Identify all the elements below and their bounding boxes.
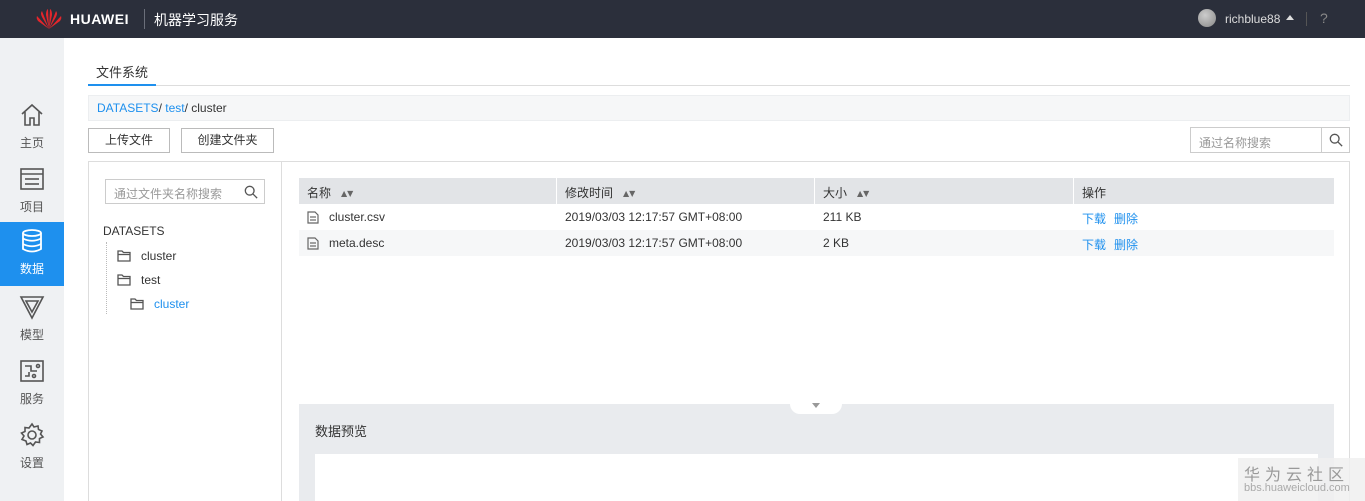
folder-search-input[interactable]: 通过文件夹名称搜索: [105, 179, 265, 204]
download-link[interactable]: 下载: [1082, 238, 1106, 252]
nav-item-model[interactable]: 模型: [0, 288, 64, 352]
ops-cell: 下载 删除: [1074, 230, 1154, 256]
sort-icon[interactable]: ▲▼: [623, 189, 635, 198]
file-search-input[interactable]: 通过名称搜索: [1190, 127, 1350, 153]
ops-cell: 下载 删除: [1074, 204, 1154, 230]
folder-icon: [130, 298, 144, 310]
modified-cell: 2019/03/03 12:17:57 GMT+08:00: [565, 210, 743, 224]
sort-icon[interactable]: ▲▼: [857, 189, 869, 198]
table-header: 名称 ▲▼ 修改时间 ▲▼ 大小 ▲▼ 操作: [299, 178, 1334, 204]
preview-content: [315, 454, 1318, 501]
folder-icon: [117, 274, 131, 286]
nav-item-project[interactable]: 项目: [0, 160, 64, 224]
nav-item-settings[interactable]: 设置: [0, 416, 64, 480]
size-cell: 2 KB: [823, 236, 850, 250]
collapse-preview-button[interactable]: [790, 402, 842, 414]
user-menu-button[interactable]: richblue88: [1225, 12, 1280, 26]
tab-file-system[interactable]: 文件系统: [88, 60, 157, 86]
app-title: 机器学习服务: [154, 13, 238, 29]
delete-link[interactable]: 删除: [1114, 238, 1138, 252]
search-icon: [1329, 133, 1343, 147]
column-header-modified[interactable]: 修改时间 ▲▼: [557, 178, 815, 204]
search-icon[interactable]: [244, 185, 258, 199]
top-bar: HUAWEI 机器学习服务 richblue88 ?: [0, 0, 1365, 38]
data-preview-panel: 数据预览: [299, 402, 1334, 501]
nav-item-data[interactable]: 数据: [0, 222, 64, 286]
file-name-cell[interactable]: meta.desc: [299, 230, 557, 256]
database-icon: [22, 229, 42, 253]
breadcrumb-link-test[interactable]: test: [165, 101, 184, 115]
column-header-name[interactable]: 名称 ▲▼: [299, 178, 557, 204]
nav-item-home[interactable]: 主页: [0, 96, 64, 160]
content-panel: 通过文件夹名称搜索 DATASETS cluster test cluster …: [88, 161, 1350, 501]
table-row[interactable]: meta.desc 2019/03/03 12:17:57 GMT+08:00 …: [299, 230, 1334, 256]
size-cell: 211 KB: [823, 210, 862, 224]
column-header-size[interactable]: 大小 ▲▼: [815, 178, 1074, 204]
brand-name: HUAWEI: [70, 11, 129, 27]
brand-divider: [144, 9, 145, 29]
file-name-cell[interactable]: cluster.csv: [299, 204, 557, 230]
service-icon: [20, 360, 44, 382]
watermark-url: bbs.huaweicloud.com: [1244, 482, 1350, 494]
search-button[interactable]: [1321, 128, 1349, 152]
watermark: 华为云社区 bbs.huaweicloud.com: [1238, 458, 1365, 501]
search-placeholder: 通过名称搜索: [1199, 136, 1272, 150]
upload-file-button[interactable]: 上传文件: [88, 128, 170, 153]
modified-cell: 2019/03/03 12:17:57 GMT+08:00: [565, 236, 743, 250]
model-icon: [19, 296, 45, 320]
folder-tree-panel: 通过文件夹名称搜索 DATASETS cluster test cluster: [89, 162, 282, 501]
table-row[interactable]: cluster.csv 2019/03/03 12:17:57 GMT+08:0…: [299, 204, 1334, 230]
file-icon: [307, 237, 319, 250]
caret-up-icon[interactable]: [1286, 15, 1294, 20]
column-header-ops: 操作: [1082, 186, 1107, 200]
file-icon: [307, 211, 319, 224]
download-link[interactable]: 下载: [1082, 212, 1106, 226]
breadcrumb-link-datasets[interactable]: DATASETS: [97, 101, 159, 115]
breadcrumb: DATASETS/ test/ cluster: [88, 95, 1350, 121]
topbar-divider: [1306, 12, 1307, 26]
preview-title: 数据预览: [315, 425, 368, 440]
left-nav: 主页 项目 数据 模型 服务 设置: [0, 38, 64, 501]
tree-root-datasets[interactable]: DATASETS: [103, 224, 165, 238]
sort-icon[interactable]: ▲▼: [341, 189, 353, 198]
tab-bar: 文件系统: [88, 60, 1350, 86]
home-icon: [21, 103, 43, 126]
breadcrumb-current: cluster: [191, 101, 227, 115]
delete-link[interactable]: 删除: [1114, 212, 1138, 226]
folder-icon: [117, 250, 131, 262]
project-icon: [20, 168, 44, 190]
tree-connector: [106, 242, 107, 314]
huawei-logo-icon[interactable]: [33, 7, 65, 31]
nav-item-service[interactable]: 服务: [0, 352, 64, 416]
folder-search-placeholder: 通过文件夹名称搜索: [114, 187, 223, 201]
chevron-down-icon: [812, 403, 820, 408]
help-icon[interactable]: ?: [1320, 10, 1328, 26]
create-folder-button[interactable]: 创建文件夹: [181, 128, 274, 153]
avatar[interactable]: [1198, 9, 1216, 27]
gear-icon: [20, 422, 45, 447]
